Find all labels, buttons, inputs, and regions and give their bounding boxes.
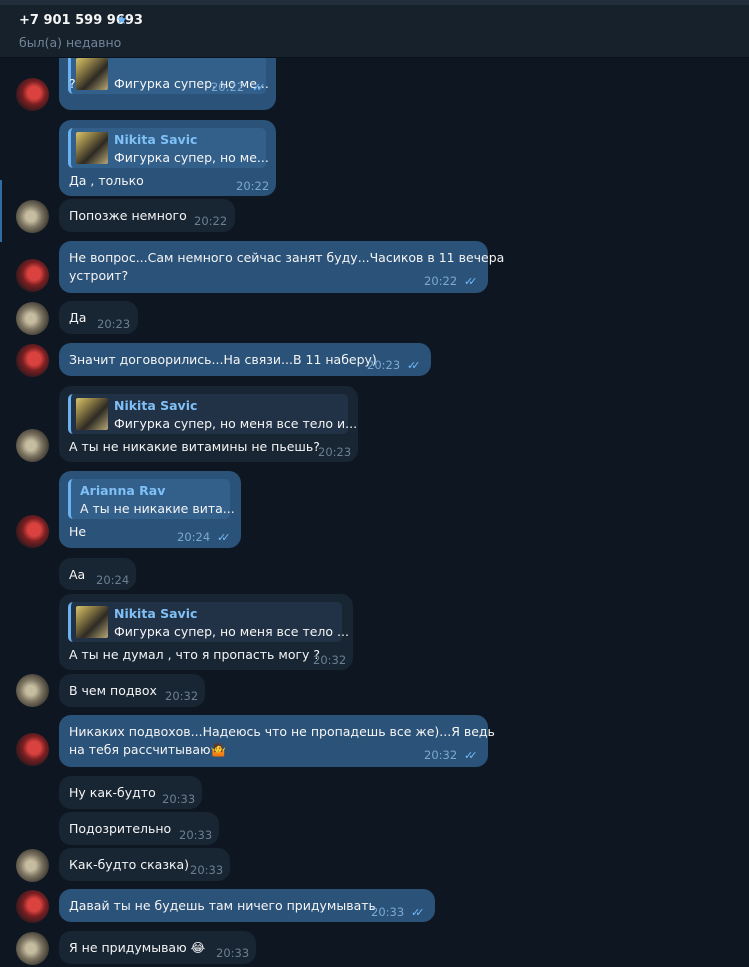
message-list[interactable]: Фигурка супер, но ме... ? 20:22 ✓✓ Nikit… xyxy=(0,58,749,967)
reply-author: Arianna Rav xyxy=(80,483,166,498)
message-time: 20:33 xyxy=(190,863,224,877)
avatar[interactable] xyxy=(16,344,49,377)
avatar[interactable] xyxy=(16,674,49,707)
avatar[interactable] xyxy=(16,932,49,965)
message-time: 20:33 xyxy=(162,792,196,806)
message-bubble-incoming[interactable]: Как-будто сказка) 20:33 xyxy=(59,848,230,881)
message-text: Да , только xyxy=(69,173,144,188)
message-time: 20:22 xyxy=(194,214,228,228)
avatar[interactable] xyxy=(16,890,49,923)
message-time: 20:22 xyxy=(236,179,270,193)
message-time: 20:24 xyxy=(96,573,130,587)
message-time: 20:33 xyxy=(216,946,250,960)
avatar[interactable] xyxy=(16,429,49,462)
message-bubble-outgoing[interactable]: Фигурка супер, но ме... ? 20:22 ✓✓ xyxy=(59,58,276,110)
message-time: 20:24 xyxy=(177,530,211,544)
message-bubble-outgoing[interactable]: Давай ты не будешь там ничего придумыват… xyxy=(59,889,435,922)
message-text: Аа xyxy=(69,567,86,582)
avatar[interactable] xyxy=(16,259,49,292)
message-bubble-incoming[interactable]: Подозрительно 20:33 xyxy=(59,812,219,845)
read-checks-icon: ✓✓ xyxy=(411,906,425,919)
message-bubble-outgoing[interactable]: Никаких подвохов...Надеюсь что не пропад… xyxy=(59,715,495,767)
message-text: Значит договорились...На связи...В 11 на… xyxy=(69,352,377,367)
message-bubble-incoming[interactable]: Nikita Savic Фигурка супер, но меня все … xyxy=(59,594,353,670)
reply-thumbnail xyxy=(76,58,108,90)
chat-header[interactable]: +7 901 599 9693 ★ был(а) недавно xyxy=(0,0,749,58)
avatar[interactable] xyxy=(16,200,49,233)
message-bubble-incoming[interactable]: Nikita Savic Фигурка супер, но меня все … xyxy=(59,386,358,462)
message-bubble-outgoing[interactable]: Значит договорились...На связи...В 11 на… xyxy=(59,343,431,376)
reply-thumbnail xyxy=(76,398,108,430)
reply-thumbnail xyxy=(76,606,108,638)
message-text-line2: на тебя рассчитываю🤷 xyxy=(69,742,227,757)
message-bubble-outgoing[interactable]: Nikita Savic Фигурка супер, но ме... Да … xyxy=(59,120,276,196)
reply-quote[interactable]: Nikita Savic Фигурка супер, но ме... xyxy=(68,128,269,168)
message-text: Да xyxy=(69,310,87,325)
contact-status: был(а) недавно xyxy=(19,35,122,50)
reply-author: Nikita Savic xyxy=(114,132,198,147)
reply-text: Фигурка супер, но меня все тело и... xyxy=(114,416,358,431)
message-time: 20:22 xyxy=(424,274,458,288)
message-time: 20:32 xyxy=(424,748,458,762)
read-checks-icon: ✓✓ xyxy=(464,275,478,288)
message-text: Попозже немного xyxy=(69,208,187,223)
message-time: 20:33 xyxy=(179,828,213,842)
message-text-line2: устроит? xyxy=(69,268,129,283)
message-text: Никаких подвохов...Надеюсь что не пропад… xyxy=(69,724,495,739)
message-time: 20:23 xyxy=(367,358,401,372)
reply-quote[interactable]: Arianna Rav А ты не никакие вита... xyxy=(68,479,235,519)
header-strip xyxy=(0,0,749,5)
message-time: 20:32 xyxy=(313,653,347,667)
message-text: А ты не никакие витамины не пьешь? xyxy=(69,439,320,454)
avatar[interactable] xyxy=(16,515,49,548)
message-bubble-incoming[interactable]: Я не придумываю 😂 20:33 xyxy=(59,931,256,964)
reply-text: Фигурка супер, но меня все тело ... xyxy=(114,624,349,639)
reply-author: Nikita Savic xyxy=(114,606,198,621)
avatar[interactable] xyxy=(16,849,49,882)
reply-text: А ты не никакие вита... xyxy=(80,501,235,516)
message-time: 20:23 xyxy=(97,317,131,331)
star-icon: ★ xyxy=(116,13,128,28)
message-bubble-outgoing[interactable]: Arianna Rav А ты не никакие вита... Не 2… xyxy=(59,471,241,548)
reply-quote[interactable]: Nikita Savic Фигурка супер, но меня все … xyxy=(68,394,357,434)
read-checks-icon: ✓✓ xyxy=(252,81,266,94)
message-text: Давай ты не будешь там ничего придумыват… xyxy=(69,898,376,913)
read-checks-icon: ✓✓ xyxy=(464,749,478,762)
message-text: Не xyxy=(69,524,87,539)
message-time: 20:33 xyxy=(371,905,405,919)
message-text: В чем подвох xyxy=(69,683,157,698)
read-checks-icon: ✓✓ xyxy=(217,531,231,544)
message-text: Я не придумываю 😂 xyxy=(69,940,206,955)
message-time: 20:32 xyxy=(165,689,199,703)
message-time: 20:23 xyxy=(318,445,352,459)
message-bubble-incoming[interactable]: Да 20:23 xyxy=(59,301,138,334)
avatar[interactable] xyxy=(16,302,49,335)
avatar[interactable] xyxy=(16,733,49,766)
message-bubble-incoming[interactable]: Аа 20:24 xyxy=(59,558,136,590)
message-text: Ну как-будто xyxy=(69,785,156,800)
message-text: Не вопрос...Сам немного сейчас занят буд… xyxy=(69,250,505,265)
reply-quote[interactable]: Nikita Savic Фигурка супер, но меня все … xyxy=(68,602,349,642)
message-bubble-incoming[interactable]: В чем подвох 20:32 xyxy=(59,674,205,707)
message-bubble-outgoing[interactable]: Не вопрос...Сам немного сейчас занят буд… xyxy=(59,241,504,293)
reply-text: Фигурка супер, но ме... xyxy=(114,150,269,165)
avatar[interactable] xyxy=(16,78,49,111)
reply-text: Фигурка супер, но ме... xyxy=(114,76,269,91)
read-checks-icon: ✓✓ xyxy=(407,359,421,372)
message-bubble-incoming[interactable]: Ну как-будто 20:33 xyxy=(59,776,202,809)
message-bubble-incoming[interactable]: Попозже немного 20:22 xyxy=(59,199,235,232)
reply-thumbnail xyxy=(76,132,108,164)
message-text: А ты не думал , что я пропасть могу ? xyxy=(69,647,321,662)
message-text: Подозрительно xyxy=(69,821,172,836)
message-text: Как-будто сказка) xyxy=(69,857,190,872)
reply-author: Nikita Savic xyxy=(114,398,198,413)
message-time: 20:22 xyxy=(211,80,245,94)
message-text: ? xyxy=(69,76,76,91)
